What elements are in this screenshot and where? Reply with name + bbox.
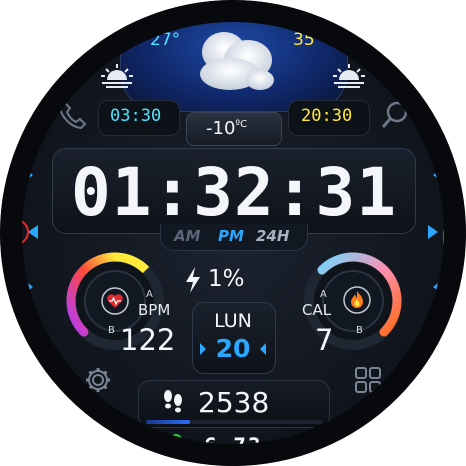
alarm-icon[interactable] <box>222 0 246 22</box>
date-arrow-right <box>260 343 266 355</box>
bpm-value: 122 <box>120 323 176 357</box>
right-arrow-bottom <box>433 280 442 294</box>
phone-icon[interactable] <box>58 100 88 130</box>
bpm-label: BPM <box>138 301 171 319</box>
sunrise-time: 03:30 <box>110 106 162 126</box>
low-temp: 27° <box>150 30 181 50</box>
time-display: 01:32:31 <box>71 154 397 231</box>
apps-icon[interactable] <box>354 366 382 394</box>
search-icon[interactable] <box>380 100 410 130</box>
cal-label: CAL <box>302 301 332 319</box>
flame-icon <box>343 286 371 314</box>
right-arrow-top <box>433 168 442 182</box>
pm-label: PM <box>218 227 244 245</box>
bolt-icon <box>186 267 200 293</box>
am-label: AM <box>174 227 201 245</box>
cal-gauge-a: A <box>320 289 327 300</box>
heart-gauge-a: A <box>146 289 153 300</box>
lock-icon[interactable] <box>441 218 465 246</box>
current-temp: -10ºC <box>206 120 247 138</box>
steps-value: 2538 <box>198 386 270 419</box>
steps-progress-fill <box>146 420 190 424</box>
left-arrow-bottom <box>24 280 33 294</box>
cal-value: 7 <box>315 323 334 357</box>
battery-number: 1 <box>208 266 223 292</box>
current-temp-unit: ºC <box>235 119 248 130</box>
settings-icon[interactable] <box>84 366 112 394</box>
right-lock-arrow <box>428 225 438 239</box>
battery-unit: % <box>222 266 245 292</box>
heart-icon <box>101 287 129 315</box>
bluetooth-icon[interactable] <box>2 218 30 246</box>
sunrise-icon <box>101 64 133 88</box>
h24-label: 24H <box>256 227 290 245</box>
steps-progress-track <box>146 420 322 424</box>
current-temp-value: -10 <box>206 118 236 139</box>
date-arrow-left <box>200 343 206 355</box>
distance-value: 6.73 <box>204 434 263 458</box>
footsteps-icon <box>164 390 182 413</box>
cal-gauge-b: B <box>356 325 363 336</box>
cloud-icon <box>200 32 274 90</box>
location-icon <box>170 434 190 452</box>
sunset-time: 20:30 <box>301 106 353 126</box>
date-day: LUN <box>214 310 252 332</box>
sunset-icon <box>333 64 365 88</box>
watch-face: 27° 35° 03:30 20:30 -10ºC 01:32:31 AM PM… <box>0 0 466 466</box>
high-temp: 35° <box>293 30 324 50</box>
battery-value: 1% <box>208 268 245 291</box>
heart-gauge-b: B <box>108 325 115 336</box>
left-arrow-top <box>24 168 33 182</box>
